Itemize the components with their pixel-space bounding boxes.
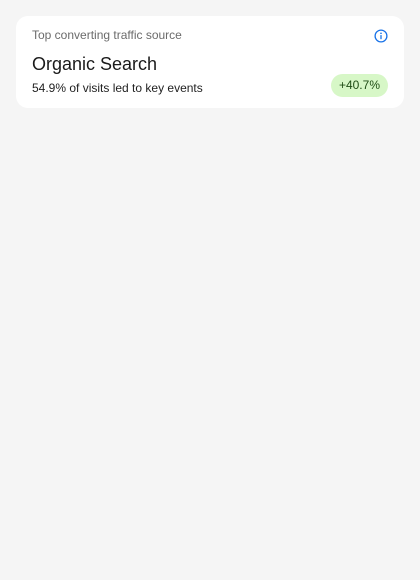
source-detail: 54.9% of visits led to key events <box>32 81 203 95</box>
traffic-source-card: Top converting traffic source Organic Se… <box>16 16 404 108</box>
card-label: Top converting traffic source <box>32 28 182 42</box>
info-icon[interactable] <box>374 29 388 43</box>
change-badge: +40.7% <box>330 74 388 97</box>
source-name: Organic Search <box>32 54 158 74</box>
